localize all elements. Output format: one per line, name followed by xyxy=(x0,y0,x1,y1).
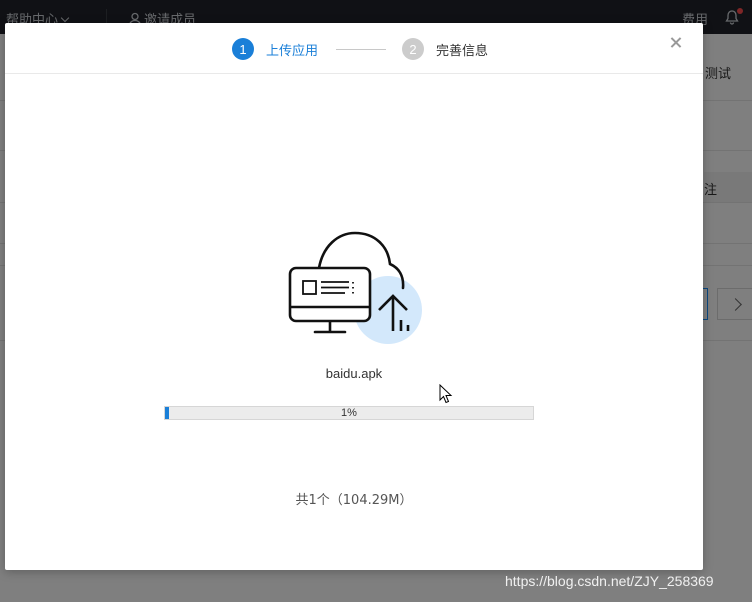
file-name: baidu.apk xyxy=(325,366,383,381)
dialog-header: 1 上传应用 2 完善信息 xyxy=(5,23,703,74)
progress-percent: 1% xyxy=(341,407,357,419)
step-label: 完善信息 xyxy=(436,43,489,59)
upload-dialog: 1 上传应用 2 完善信息 baidu.apk 1% 共1个（104.29M） xyxy=(5,23,703,570)
cloud-upload-icon xyxy=(288,231,422,344)
upload-summary: 共1个（104.29M） xyxy=(295,493,413,508)
upload-progress-bar: 1% xyxy=(164,406,534,420)
step-upload-app[interactable]: 1 上传应用 xyxy=(232,38,318,60)
step-number: 1 xyxy=(232,38,254,60)
step-connector xyxy=(336,48,387,50)
step-label: 上传应用 xyxy=(266,43,319,59)
watermark: https://blog.csdn.net/ZJY_258369 xyxy=(505,573,714,589)
close-icon[interactable] xyxy=(669,36,683,50)
step-complete-info[interactable]: 2 完善信息 xyxy=(402,38,488,60)
steps-indicator: 1 上传应用 2 完善信息 xyxy=(232,38,488,60)
mouse-cursor-icon xyxy=(439,384,453,404)
step-number: 2 xyxy=(402,38,425,60)
